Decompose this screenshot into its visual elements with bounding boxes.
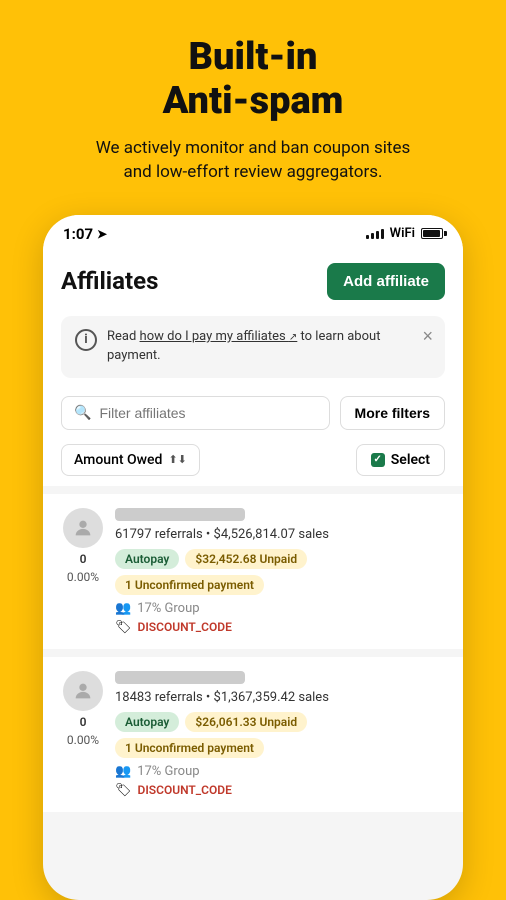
info-banner: i Read how do I pay my affiliates ↗ to l… xyxy=(61,316,445,378)
affiliate-name-blur xyxy=(115,671,245,684)
search-icon: 🔍 xyxy=(74,405,91,421)
referral-count: 0 xyxy=(80,715,87,729)
autopay-badge: Autopay xyxy=(115,712,179,732)
select-checkbox-icon xyxy=(371,453,385,467)
search-box[interactable]: 🔍 xyxy=(61,396,330,430)
autopay-badge: Autopay xyxy=(115,549,179,569)
referral-percent: 0.00% xyxy=(67,733,99,747)
battery-icon xyxy=(421,228,443,239)
status-left: 1:07 ➤ xyxy=(63,225,107,243)
badge-row: Autopay $26,061.33 Unpaid 1 Unconfirmed … xyxy=(115,712,445,758)
affiliate-meta: 👥 17% Group 🏷 DISCOUNT_CODE xyxy=(115,764,445,798)
affiliate-stats: 61797 referrals • $4,526,814.07 sales xyxy=(115,527,445,542)
code-row: 🏷 DISCOUNT_CODE xyxy=(115,620,445,635)
app-content: Affiliates Add affiliate i Read how do I… xyxy=(43,249,463,812)
phone-frame: 1:07 ➤ WiFi Affiliates Add affiliate i xyxy=(43,215,463,900)
info-icon: i xyxy=(75,329,97,351)
hero-title: Built-inAnti-spam xyxy=(96,36,411,123)
affiliate-list: 0 0.00% 61797 referrals • $4,526,814.07 … xyxy=(43,486,463,812)
referral-percent: 0.00% xyxy=(67,570,99,584)
discount-code: DISCOUNT_CODE xyxy=(138,620,232,634)
more-filters-button[interactable]: More filters xyxy=(340,396,445,430)
affiliate-meta: 👥 17% Group 🏷 DISCOUNT_CODE xyxy=(115,601,445,635)
amount-owed-dropdown[interactable]: Amount Owed ⬆⬇ xyxy=(61,444,200,476)
hero-section: Built-inAnti-spam We actively monitor an… xyxy=(66,0,441,205)
add-affiliate-button[interactable]: Add affiliate xyxy=(327,263,445,300)
app-header: Affiliates Add affiliate xyxy=(43,249,463,310)
avatar xyxy=(63,508,103,548)
unpaid-badge: $32,452.68 Unpaid xyxy=(185,549,307,569)
affiliate-name-blur xyxy=(115,508,245,521)
table-row[interactable]: 0 0.00% 18483 referrals • $1,367,359.42 … xyxy=(43,657,463,812)
unconfirmed-badge: 1 Unconfirmed payment xyxy=(115,575,264,595)
unpaid-badge: $26,061.33 Unpaid xyxy=(185,712,307,732)
affiliate-stats: 18483 referrals • $1,367,359.42 sales xyxy=(115,690,445,705)
filter-row: 🔍 More filters xyxy=(43,390,463,440)
hero-subtitle: We actively monitor and ban coupon sites… xyxy=(96,137,411,185)
group-icon: 👥 xyxy=(115,601,131,616)
location-icon: ➤ xyxy=(97,227,107,241)
search-input[interactable] xyxy=(99,405,316,421)
wifi-icon: WiFi xyxy=(390,226,415,241)
signal-icon xyxy=(366,229,384,239)
discount-code: DISCOUNT_CODE xyxy=(138,783,232,797)
amount-owed-label: Amount Owed xyxy=(74,452,162,468)
code-row: 🏷 DISCOUNT_CODE xyxy=(115,783,445,798)
how-to-pay-link[interactable]: how do I pay my affiliates ↗ xyxy=(140,329,298,344)
chevron-down-icon: ⬆⬇ xyxy=(168,453,186,466)
status-bar: 1:07 ➤ WiFi xyxy=(43,215,463,249)
avatar xyxy=(63,671,103,711)
select-button[interactable]: Select xyxy=(356,444,445,476)
coupon-icon: 🏷 xyxy=(115,783,132,798)
badge-row: Autopay $32,452.68 Unpaid 1 Unconfirmed … xyxy=(115,549,445,595)
status-right: WiFi xyxy=(366,226,443,241)
table-row[interactable]: 0 0.00% 61797 referrals • $4,526,814.07 … xyxy=(43,494,463,649)
external-link-icon: ↗ xyxy=(289,332,297,343)
referral-count: 0 xyxy=(80,552,87,566)
unconfirmed-badge: 1 Unconfirmed payment xyxy=(115,738,264,758)
group-icon: 👥 xyxy=(115,764,131,779)
info-text: Read how do I pay my affiliates ↗ to lea… xyxy=(107,328,431,366)
group-label: 17% Group xyxy=(137,764,199,779)
page-title: Affiliates xyxy=(61,267,158,295)
sort-row: Amount Owed ⬆⬇ Select xyxy=(43,440,463,486)
group-row: 👥 17% Group xyxy=(115,601,445,616)
avatar-col: 0 0.00% xyxy=(61,508,105,584)
group-row: 👥 17% Group xyxy=(115,764,445,779)
status-time: 1:07 xyxy=(63,225,93,243)
affiliate-info: 18483 referrals • $1,367,359.42 sales Au… xyxy=(115,671,445,798)
select-label: Select xyxy=(391,452,430,468)
coupon-icon: 🏷 xyxy=(115,620,132,635)
avatar-col: 0 0.00% xyxy=(61,671,105,747)
group-label: 17% Group xyxy=(137,601,199,616)
affiliate-info: 61797 referrals • $4,526,814.07 sales Au… xyxy=(115,508,445,635)
close-banner-button[interactable]: × xyxy=(422,326,433,347)
